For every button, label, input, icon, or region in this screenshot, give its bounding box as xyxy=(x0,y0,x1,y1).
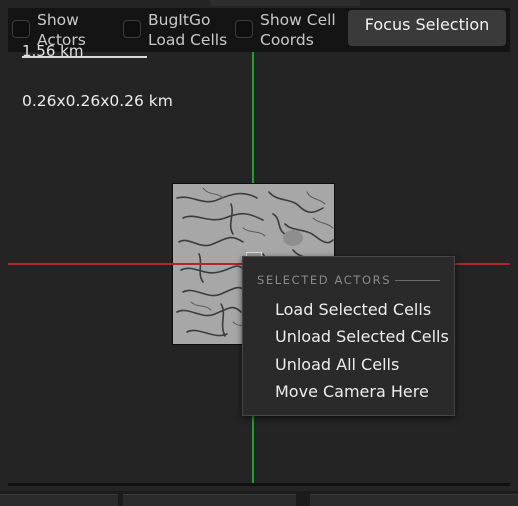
menu-item-unload-all-cells[interactable]: Unload All Cells xyxy=(275,355,399,374)
show-cell-coords-checkbox[interactable] xyxy=(235,20,253,38)
bottom-tab-1[interactable] xyxy=(0,494,118,506)
bugitgo-load-cells-label: BugItGo Load Cells xyxy=(148,11,228,49)
focus-selection-button[interactable]: Focus Selection xyxy=(348,10,506,46)
context-menu-header: SELECTED ACTORS xyxy=(257,273,392,287)
selection-extent-label: 0.26x0.26x0.26 km xyxy=(22,92,173,110)
bottom-tab-3[interactable] xyxy=(310,494,518,506)
context-menu-separator xyxy=(395,280,440,281)
menu-item-load-selected-cells[interactable]: Load Selected Cells xyxy=(275,300,431,319)
menu-item-move-camera-here[interactable]: Move Camera Here xyxy=(275,382,429,401)
bottom-tab-2[interactable] xyxy=(123,494,296,506)
world-partition-viewport[interactable]: Show Actors BugItGo Load Cells Show Cell… xyxy=(0,0,518,506)
bugitgo-load-cells-checkbox[interactable] xyxy=(123,20,141,38)
menu-item-unload-selected-cells[interactable]: Unload Selected Cells xyxy=(275,327,449,346)
context-menu: SELECTED ACTORS Load Selected Cells Unlo… xyxy=(242,256,455,416)
show-cell-coords-label: Show Cell Coords xyxy=(260,11,336,49)
viewport-bottom-border xyxy=(8,483,510,486)
bugitgo-load-cells-toggle[interactable]: BugItGo Load Cells xyxy=(123,10,230,54)
show-cell-coords-toggle[interactable]: Show Cell Coords xyxy=(235,10,342,54)
show-actors-checkbox[interactable] xyxy=(12,20,30,38)
top-tab-edge xyxy=(210,0,360,6)
scale-bar xyxy=(22,56,147,58)
